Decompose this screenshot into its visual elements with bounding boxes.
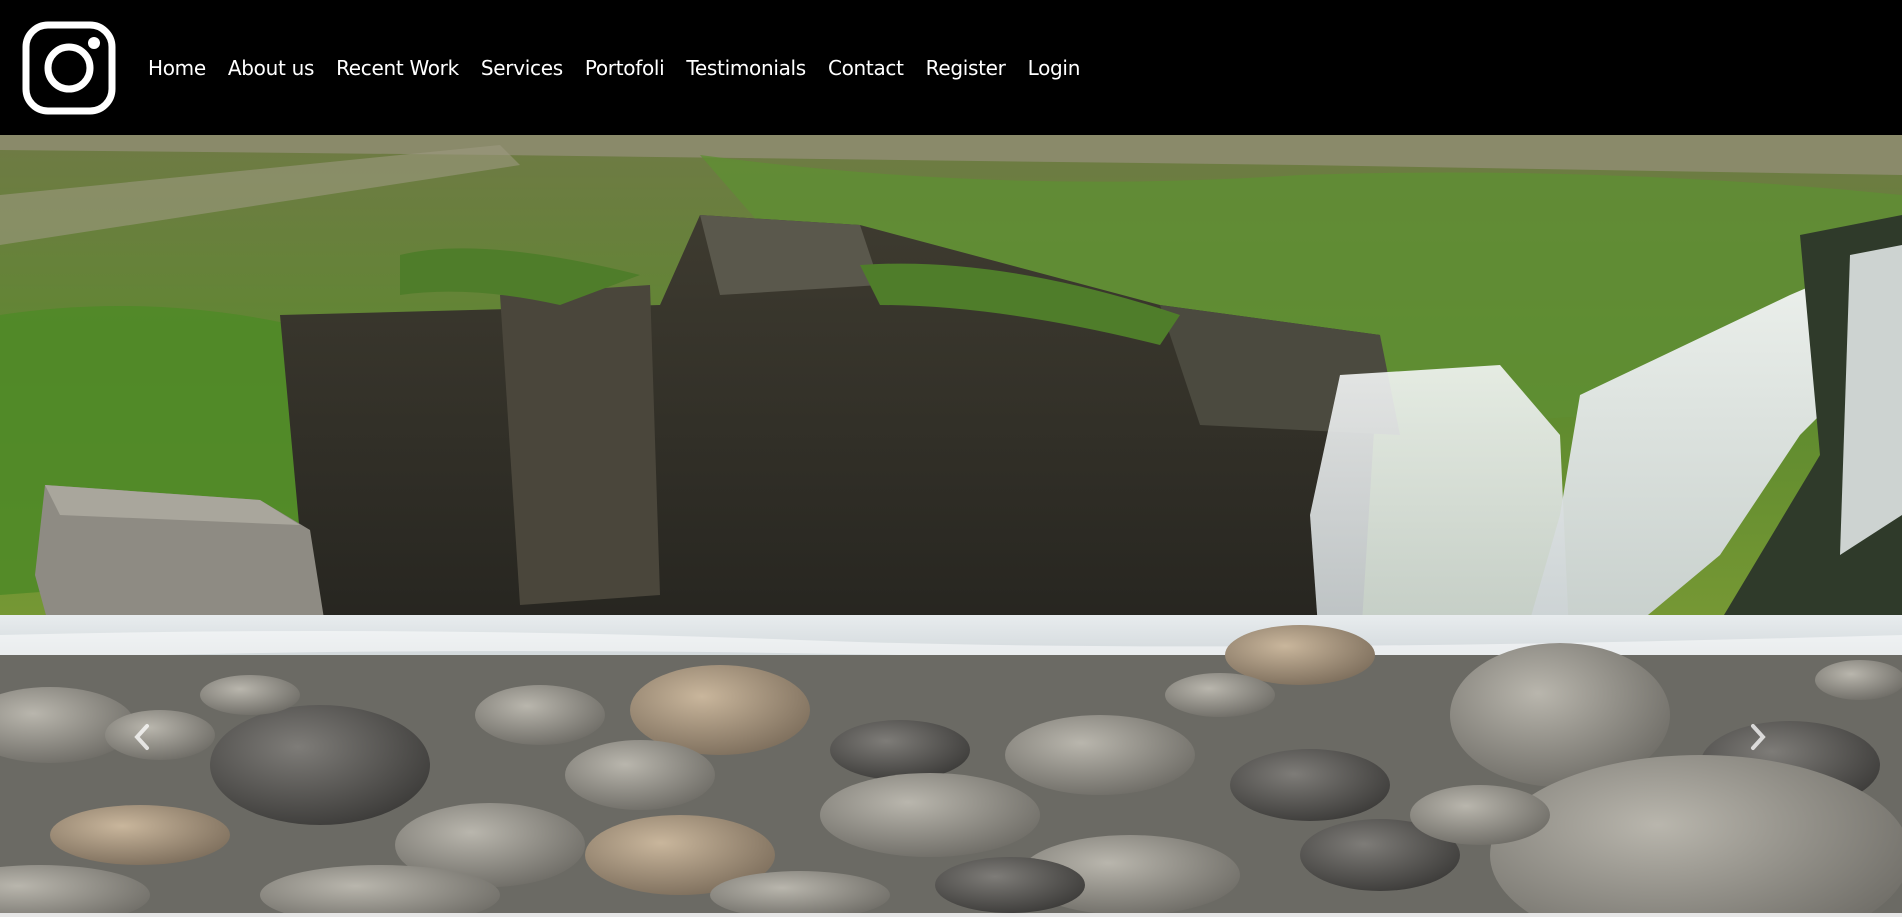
instagram-icon[interactable] xyxy=(22,21,116,115)
nav-link-about-us[interactable]: About us xyxy=(228,52,314,84)
nav-link-recent-work[interactable]: Recent Work xyxy=(336,52,459,84)
navbar: Home About us Recent Work Services Porto… xyxy=(0,0,1902,135)
nav-link-contact[interactable]: Contact xyxy=(828,52,904,84)
nav-link-home[interactable]: Home xyxy=(148,52,206,84)
carousel-prev-button[interactable] xyxy=(120,715,164,759)
hero-video xyxy=(0,135,1902,913)
carousel-next-button[interactable] xyxy=(1736,715,1780,759)
main-nav: Home About us Recent Work Services Porto… xyxy=(148,52,1102,84)
chevron-right-icon xyxy=(1751,724,1766,750)
nav-link-login[interactable]: Login xyxy=(1028,52,1081,84)
nav-link-portofoli[interactable]: Portofoli xyxy=(585,52,665,84)
chevron-left-icon xyxy=(134,724,149,750)
nav-link-testimonials[interactable]: Testimonials xyxy=(686,52,806,84)
nav-link-register[interactable]: Register xyxy=(926,52,1006,84)
nav-link-services[interactable]: Services xyxy=(481,52,563,84)
page: Home About us Recent Work Services Porto… xyxy=(0,0,1902,917)
hero-landscape-image xyxy=(0,135,1902,913)
bottom-strip xyxy=(0,913,1902,917)
